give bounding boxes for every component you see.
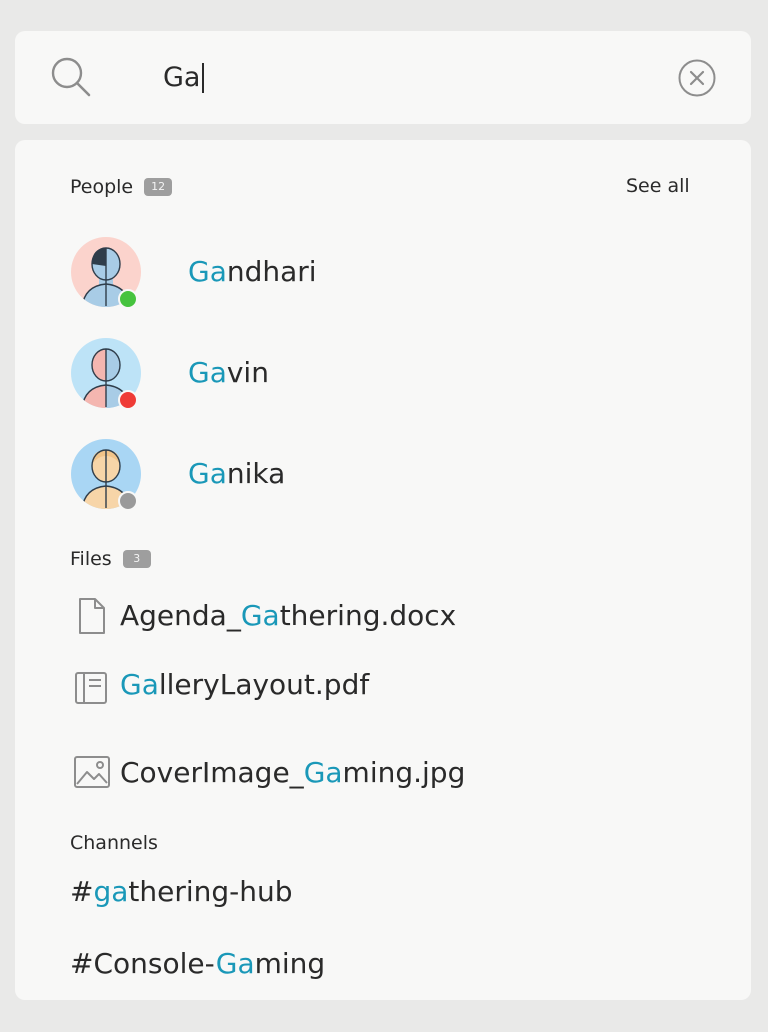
file-name: GalleryLayout.pdf <box>120 667 369 703</box>
file-name: CoverImage_Gaming.jpg <box>120 755 465 791</box>
name-remainder: nika <box>226 457 286 490</box>
file-name-suffix: thering.docx <box>279 599 457 632</box>
channel-result-console-gaming[interactable]: #Console-Gaming <box>70 946 325 982</box>
image-icon <box>74 756 110 788</box>
channel-name-suffix: ming <box>254 947 326 980</box>
file-result-gallery-layout[interactable]: GalleryLayout.pdf <box>72 663 369 707</box>
match-highlight: Ga <box>188 255 227 288</box>
pdf-icon <box>75 672 107 704</box>
people-count-badge: 12 <box>144 178 173 196</box>
person-name: Gavin <box>188 355 269 391</box>
match-highlight: Ga <box>188 356 227 389</box>
document-icon <box>79 598 105 634</box>
match-highlight: Ga <box>240 599 280 632</box>
text-caret <box>202 63 205 93</box>
clear-search-icon[interactable] <box>677 58 717 98</box>
name-remainder: vin <box>226 356 269 389</box>
channels-section-header: Channels <box>70 832 158 854</box>
status-online-indicator <box>118 289 138 309</box>
channel-name-suffix: thering-hub <box>128 875 293 908</box>
person-name: Gandhari <box>188 254 317 290</box>
name-remainder: ndhari <box>226 255 317 288</box>
file-result-cover-image[interactable]: CoverImage_Gaming.jpg <box>72 751 465 795</box>
files-count-badge: 3 <box>122 550 151 568</box>
match-highlight: Ga <box>303 756 343 789</box>
file-name-prefix: Agenda_ <box>120 599 241 632</box>
status-offline-indicator <box>118 491 138 511</box>
person-result-ganika[interactable]: Ganika <box>70 438 710 511</box>
match-highlight: Ga <box>215 947 255 980</box>
file-name-suffix: ming.jpg <box>342 756 466 789</box>
see-all-people-link[interactable]: See all <box>626 175 690 197</box>
channel-name-prefix: #Console- <box>70 947 216 980</box>
search-bar[interactable] <box>15 31 751 124</box>
person-result-gandhari[interactable]: Gandhari <box>70 236 710 309</box>
channel-result-gathering-hub[interactable]: #gathering-hub <box>70 874 293 910</box>
file-name-suffix: lleryLayout.pdf <box>158 668 370 701</box>
match-highlight: Ga <box>188 457 227 490</box>
channel-name-prefix: # <box>70 875 94 908</box>
file-name-prefix: CoverImage_ <box>120 756 304 789</box>
files-section-header: Files 3 <box>70 548 151 570</box>
match-highlight: ga <box>93 875 129 908</box>
files-section-label: Files <box>70 548 112 570</box>
people-section-label: People <box>70 176 134 198</box>
people-section-header: People 12 <box>70 176 173 198</box>
status-busy-indicator <box>118 390 138 410</box>
person-name: Ganika <box>188 456 285 492</box>
match-highlight: Ga <box>120 668 159 701</box>
file-result-agenda[interactable]: Agenda_Gathering.docx <box>72 594 456 638</box>
search-input[interactable]: Ga <box>163 58 205 98</box>
person-result-gavin[interactable]: Gavin <box>70 337 710 410</box>
search-icon <box>51 57 91 97</box>
channels-section-label: Channels <box>70 832 158 854</box>
file-name: Agenda_Gathering.docx <box>120 598 456 634</box>
search-query: Ga <box>163 62 201 93</box>
